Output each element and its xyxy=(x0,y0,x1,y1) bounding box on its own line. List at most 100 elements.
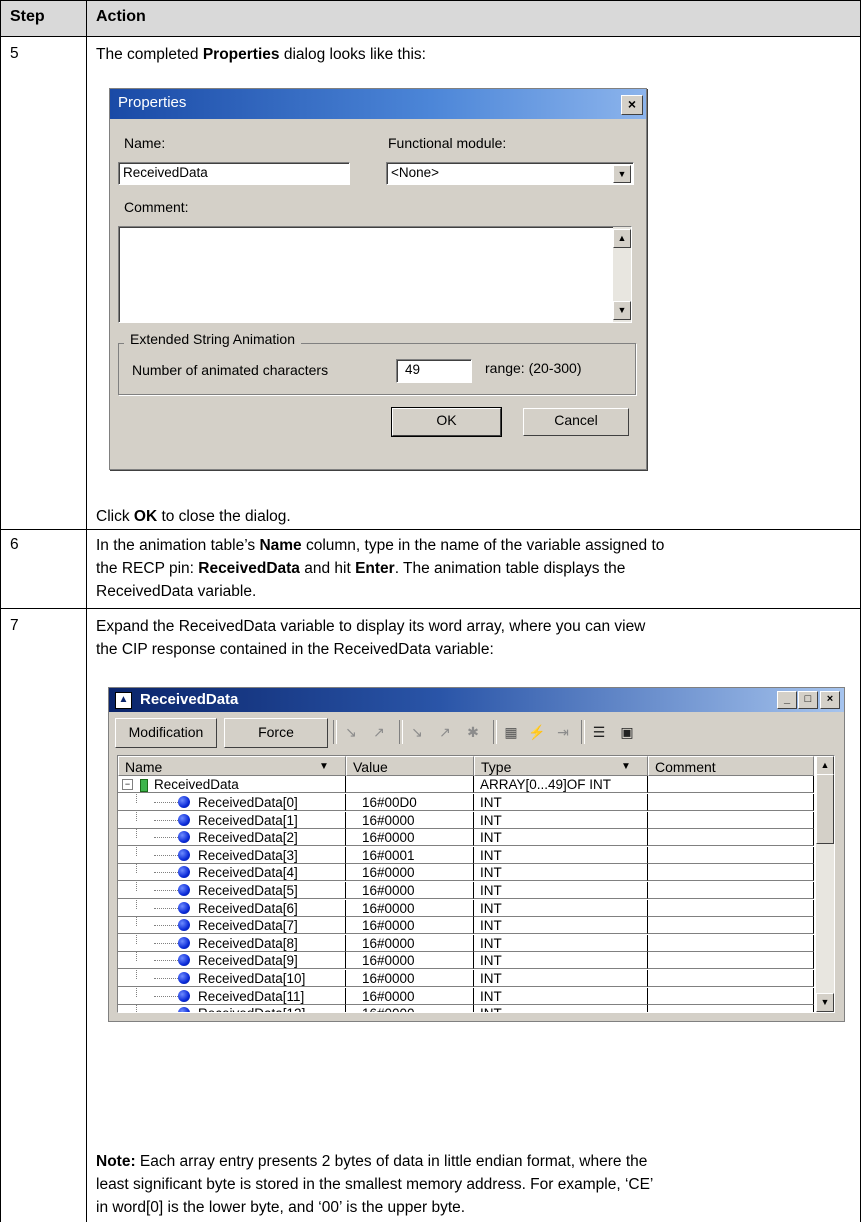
variable-icon xyxy=(178,972,190,984)
step-5-intro: The completed Properties dialog looks li… xyxy=(96,46,426,63)
comment-cell xyxy=(648,934,814,952)
type-column-header[interactable]: Type ▼ xyxy=(474,756,648,776)
window-title: ReceivedData xyxy=(140,691,239,708)
minimize-icon[interactable]: _ xyxy=(777,691,797,709)
modification-button[interactable]: Modification xyxy=(115,718,217,748)
table-row[interactable]: ReceivedData[12]16#0000INT xyxy=(118,1005,814,1012)
row-divider xyxy=(0,529,861,530)
variable-icon xyxy=(178,848,190,861)
table-row[interactable]: ReceivedData[3] 16#0001 INT xyxy=(118,846,814,864)
column-divider xyxy=(86,0,87,1222)
comment-textarea[interactable]: ▲ ▼ xyxy=(118,226,632,323)
table-row[interactable]: ReceivedData[10] 16#0000 INT xyxy=(118,970,814,987)
type-cell: INT xyxy=(474,864,648,882)
table-row[interactable]: ReceivedData[5] 16#0000 INT xyxy=(118,882,814,899)
variable-icon xyxy=(178,884,190,896)
scroll-down-icon[interactable]: ▼ xyxy=(613,301,631,320)
comment-cell xyxy=(648,864,814,882)
force-rising-edge-icon[interactable]: ↘ xyxy=(407,724,427,742)
lightning-icon[interactable]: ⚡ xyxy=(527,724,547,742)
functional-module-select[interactable]: <None> ▼ xyxy=(386,162,634,185)
animated-characters-input[interactable]: 49 xyxy=(396,359,472,383)
name-cell: ReceivedData[2] xyxy=(118,829,346,847)
grid-scrollbar[interactable]: ▲ ▼ xyxy=(816,756,834,1012)
scroll-up-icon[interactable]: ▲ xyxy=(613,229,631,248)
comment-cell xyxy=(648,811,814,829)
refresh-table-icon[interactable]: ▣ xyxy=(617,724,637,742)
step-7-note: Note: Each array entry presents 2 bytes … xyxy=(96,1153,654,1216)
toolbar-separator xyxy=(333,720,337,744)
variable-icon xyxy=(178,936,190,949)
comment-cell xyxy=(648,829,814,847)
collapse-icon[interactable]: − xyxy=(122,779,133,790)
value-cell: 16#0000 xyxy=(346,864,474,882)
table-row[interactable]: ReceivedData[8] 16#0000 INT xyxy=(118,934,814,952)
table-row[interactable]: ReceivedData[6] 16#0000 INT xyxy=(118,899,814,917)
comment-cell xyxy=(648,882,814,899)
scroll-up-icon[interactable]: ▲ xyxy=(816,756,834,775)
comment-cell xyxy=(648,1005,814,1012)
name-cell: ReceivedData[5] xyxy=(118,882,346,899)
table-border-top xyxy=(0,0,861,1)
table-row[interactable]: ReceivedData[11] 16#0000 INT xyxy=(118,987,814,1005)
force-falling-edge-icon[interactable]: ↗ xyxy=(435,724,455,742)
type-cell: INT xyxy=(474,987,648,1005)
step-7-text: Expand the ReceivedData variable to disp… xyxy=(96,618,646,658)
comment-column-header[interactable]: Comment xyxy=(648,756,814,776)
step-number: 7 xyxy=(10,617,19,634)
value-cell: 16#0000 xyxy=(346,899,474,917)
variable-icon xyxy=(178,954,190,967)
close-icon[interactable]: × xyxy=(621,95,643,115)
unforce-icon[interactable]: ✱ xyxy=(463,724,483,742)
scroll-thumb[interactable] xyxy=(816,774,834,844)
table-header-rule xyxy=(0,36,861,37)
value-cell: 16#0000 xyxy=(346,987,474,1005)
toolbar-separator xyxy=(493,720,497,744)
name-cell: ReceivedData[4] xyxy=(118,864,346,882)
value-cell: 16#0000 xyxy=(346,934,474,952)
value-cell: 16#0000 xyxy=(346,811,474,829)
name-column-header[interactable]: Name ▼ xyxy=(118,756,346,776)
force-button[interactable]: Force xyxy=(224,718,328,748)
ok-button[interactable]: OK xyxy=(391,407,502,437)
comment-cell xyxy=(648,776,814,793)
cancel-button[interactable]: Cancel xyxy=(523,408,629,436)
table-row[interactable]: ReceivedData[4] 16#0000 INT xyxy=(118,864,814,882)
scroll-down-icon[interactable]: ▼ xyxy=(816,993,834,1012)
step-column-header: Step xyxy=(10,8,45,25)
name-field[interactable]: ReceivedData xyxy=(118,162,350,185)
value-cell xyxy=(346,776,474,793)
table-row[interactable]: ReceivedData[1] 16#0000 INT xyxy=(118,811,814,829)
table-row[interactable]: − ReceivedData ARRAY[0...49]OF INT xyxy=(118,776,814,793)
type-cell: INT xyxy=(474,952,648,970)
value-column-header[interactable]: Value xyxy=(346,756,474,776)
variable-icon xyxy=(178,831,190,844)
toolbar-separator xyxy=(399,720,403,744)
display-format-icon[interactable]: ☰ xyxy=(589,724,609,742)
value-cell: 16#0000 xyxy=(346,917,474,935)
value-cell: 16#0000 xyxy=(346,1005,474,1012)
name-cell: ReceivedData[7] xyxy=(118,917,346,935)
chevron-down-icon[interactable]: ▼ xyxy=(613,165,631,183)
set-falling-edge-icon[interactable]: ↗ xyxy=(369,724,389,742)
dialog-title: Properties xyxy=(118,94,187,111)
step-icon[interactable]: ⇥ xyxy=(553,724,573,742)
table-row[interactable]: ReceivedData[0] 16#00D0 INT xyxy=(118,794,814,811)
table-row[interactable]: ReceivedData[9] 16#0000 INT xyxy=(118,952,814,970)
type-cell: INT xyxy=(474,829,648,847)
grid-icon[interactable]: ▦ xyxy=(501,724,521,742)
name-cell: ReceivedData[8] xyxy=(118,934,346,952)
comment-cell xyxy=(648,899,814,917)
table-row[interactable]: ReceivedData[2] 16#0000 INT xyxy=(118,829,814,847)
table-border-right xyxy=(860,0,861,1222)
comment-scrollbar[interactable]: ▲ ▼ xyxy=(613,227,631,322)
step-5-closing: Click OK to close the dialog. xyxy=(96,508,291,525)
close-icon[interactable]: × xyxy=(820,691,840,709)
set-rising-edge-icon[interactable]: ↘ xyxy=(341,724,361,742)
maximize-icon[interactable]: □ xyxy=(798,691,818,709)
range-text: range: (20-300) xyxy=(485,360,582,376)
comment-cell xyxy=(648,987,814,1005)
value-cell: 16#0000 xyxy=(346,952,474,970)
step-number: 6 xyxy=(10,536,19,553)
table-row[interactable]: ReceivedData[7] 16#0000 INT xyxy=(118,917,814,935)
